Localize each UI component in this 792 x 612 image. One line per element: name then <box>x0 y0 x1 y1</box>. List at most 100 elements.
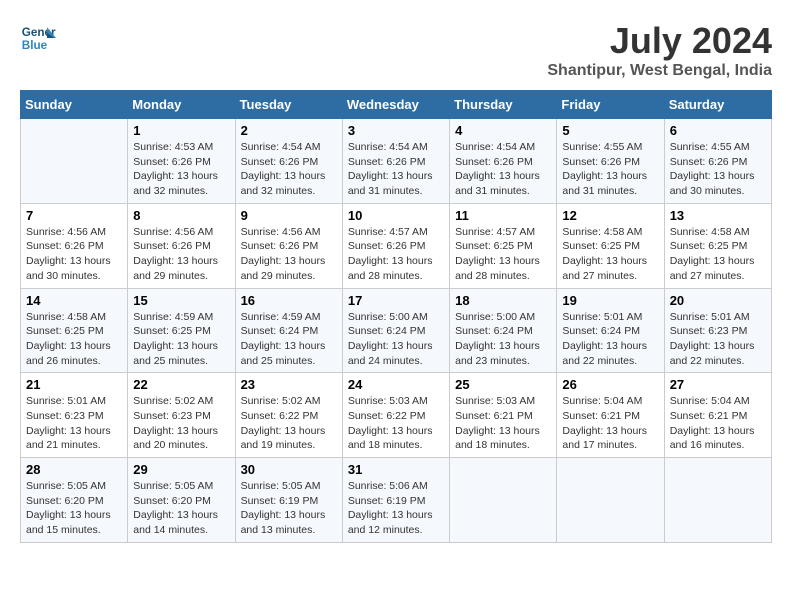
day-number: 8 <box>133 208 229 223</box>
day-info: Sunrise: 4:56 AMSunset: 6:26 PMDaylight:… <box>133 225 229 284</box>
calendar-cell: 14 Sunrise: 4:58 AMSunset: 6:25 PMDayligh… <box>21 288 128 373</box>
day-number: 3 <box>348 123 444 138</box>
day-number: 26 <box>562 377 658 392</box>
day-number: 21 <box>26 377 122 392</box>
location-subtitle: Shantipur, West Bengal, India <box>547 62 772 80</box>
day-info: Sunrise: 4:58 AMSunset: 6:25 PMDaylight:… <box>670 225 766 284</box>
day-number: 4 <box>455 123 551 138</box>
day-number: 17 <box>348 293 444 308</box>
day-info: Sunrise: 4:53 AMSunset: 6:26 PMDaylight:… <box>133 140 229 199</box>
day-number: 13 <box>670 208 766 223</box>
day-number: 19 <box>562 293 658 308</box>
day-info: Sunrise: 4:58 AMSunset: 6:25 PMDaylight:… <box>562 225 658 284</box>
day-info: Sunrise: 5:03 AMSunset: 6:21 PMDaylight:… <box>455 394 551 453</box>
calendar-cell: 20Sunrise: 5:01 AMSunset: 6:23 PMDayligh… <box>664 288 771 373</box>
calendar-cell: 16 Sunrise: 4:59 AMSunset: 6:24 PMDayligh… <box>235 288 342 373</box>
day-info: Sunrise: 5:05 AMSunset: 6:20 PMDaylight:… <box>133 479 229 538</box>
header-thursday: Thursday <box>450 91 557 119</box>
calendar-cell: 5 Sunrise: 4:55 AMSunset: 6:26 PMDaylight… <box>557 119 664 204</box>
day-info: Sunrise: 5:00 AMSunset: 6:24 PMDaylight:… <box>348 310 444 369</box>
day-number: 30 <box>241 462 337 477</box>
day-info: Sunrise: 5:01 AMSunset: 6:24 PMDaylight:… <box>562 310 658 369</box>
calendar-cell: 6 Sunrise: 4:55 AMSunset: 6:26 PMDaylight… <box>664 119 771 204</box>
day-number: 25 <box>455 377 551 392</box>
day-number: 20 <box>670 293 766 308</box>
calendar-cell: 4 Sunrise: 4:54 AMSunset: 6:26 PMDaylight… <box>450 119 557 204</box>
day-number: 5 <box>562 123 658 138</box>
calendar-cell: 24Sunrise: 5:03 AMSunset: 6:22 PMDayligh… <box>342 373 449 458</box>
calendar-cell: 19 Sunrise: 5:01 AMSunset: 6:24 PMDayligh… <box>557 288 664 373</box>
calendar-cell: 26 Sunrise: 5:04 AMSunset: 6:21 PMDayligh… <box>557 373 664 458</box>
calendar-cell <box>450 458 557 543</box>
day-number: 12 <box>562 208 658 223</box>
calendar-cell: 1 Sunrise: 4:53 AMSunset: 6:26 PMDaylight… <box>128 119 235 204</box>
day-info: Sunrise: 5:04 AMSunset: 6:21 PMDaylight:… <box>670 394 766 453</box>
day-info: Sunrise: 5:03 AMSunset: 6:22 PMDaylight:… <box>348 394 444 453</box>
day-number: 27 <box>670 377 766 392</box>
calendar-cell: 7 Sunrise: 4:56 AMSunset: 6:26 PMDaylight… <box>21 203 128 288</box>
month-year-title: July 2024 <box>547 20 772 62</box>
calendar-cell: 17 Sunrise: 5:00 AMSunset: 6:24 PMDayligh… <box>342 288 449 373</box>
week-row-3: 14 Sunrise: 4:58 AMSunset: 6:25 PMDayligh… <box>21 288 772 373</box>
day-info: Sunrise: 4:54 AMSunset: 6:26 PMDaylight:… <box>348 140 444 199</box>
day-info: Sunrise: 4:56 AMSunset: 6:26 PMDaylight:… <box>26 225 122 284</box>
header-wednesday: Wednesday <box>342 91 449 119</box>
day-info: Sunrise: 4:54 AMSunset: 6:26 PMDaylight:… <box>455 140 551 199</box>
calendar-cell: 30 Sunrise: 5:05 AMSunset: 6:19 PMDayligh… <box>235 458 342 543</box>
calendar-cell: 10Sunrise: 4:57 AMSunset: 6:26 PMDayligh… <box>342 203 449 288</box>
calendar-header-row: SundayMondayTuesdayWednesdayThursdayFrid… <box>21 91 772 119</box>
day-number: 31 <box>348 462 444 477</box>
week-row-1: 1 Sunrise: 4:53 AMSunset: 6:26 PMDaylight… <box>21 119 772 204</box>
calendar-cell <box>21 119 128 204</box>
day-info: Sunrise: 5:02 AMSunset: 6:22 PMDaylight:… <box>241 394 337 453</box>
day-number: 7 <box>26 208 122 223</box>
logo: General Blue <box>20 20 56 56</box>
day-number: 28 <box>26 462 122 477</box>
calendar-cell: 18Sunrise: 5:00 AMSunset: 6:24 PMDayligh… <box>450 288 557 373</box>
calendar-cell: 23Sunrise: 5:02 AMSunset: 6:22 PMDayligh… <box>235 373 342 458</box>
day-info: Sunrise: 5:04 AMSunset: 6:21 PMDaylight:… <box>562 394 658 453</box>
day-number: 1 <box>133 123 229 138</box>
calendar-table: SundayMondayTuesdayWednesdayThursdayFrid… <box>20 90 772 543</box>
day-number: 6 <box>670 123 766 138</box>
day-number: 16 <box>241 293 337 308</box>
day-info: Sunrise: 5:05 AMSunset: 6:19 PMDaylight:… <box>241 479 337 538</box>
day-info: Sunrise: 4:55 AMSunset: 6:26 PMDaylight:… <box>670 140 766 199</box>
day-info: Sunrise: 4:59 AMSunset: 6:25 PMDaylight:… <box>133 310 229 369</box>
day-number: 15 <box>133 293 229 308</box>
calendar-cell: 27 Sunrise: 5:04 AMSunset: 6:21 PMDayligh… <box>664 373 771 458</box>
calendar-cell: 21 Sunrise: 5:01 AMSunset: 6:23 PMDayligh… <box>21 373 128 458</box>
week-row-2: 7 Sunrise: 4:56 AMSunset: 6:26 PMDaylight… <box>21 203 772 288</box>
calendar-body: 1 Sunrise: 4:53 AMSunset: 6:26 PMDaylight… <box>21 119 772 543</box>
day-info: Sunrise: 4:58 AMSunset: 6:25 PMDaylight:… <box>26 310 122 369</box>
calendar-cell <box>557 458 664 543</box>
header-monday: Monday <box>128 91 235 119</box>
day-info: Sunrise: 4:55 AMSunset: 6:26 PMDaylight:… <box>562 140 658 199</box>
calendar-cell: 28 Sunrise: 5:05 AMSunset: 6:20 PMDayligh… <box>21 458 128 543</box>
day-number: 22 <box>133 377 229 392</box>
day-info: Sunrise: 5:02 AMSunset: 6:23 PMDaylight:… <box>133 394 229 453</box>
calendar-cell: 25 Sunrise: 5:03 AMSunset: 6:21 PMDayligh… <box>450 373 557 458</box>
calendar-cell: 9 Sunrise: 4:56 AMSunset: 6:26 PMDaylight… <box>235 203 342 288</box>
svg-text:Blue: Blue <box>22 39 48 52</box>
day-info: Sunrise: 4:56 AMSunset: 6:26 PMDaylight:… <box>241 225 337 284</box>
day-info: Sunrise: 5:05 AMSunset: 6:20 PMDaylight:… <box>26 479 122 538</box>
day-number: 29 <box>133 462 229 477</box>
calendar-cell: 8 Sunrise: 4:56 AMSunset: 6:26 PMDaylight… <box>128 203 235 288</box>
day-number: 9 <box>241 208 337 223</box>
day-info: Sunrise: 4:54 AMSunset: 6:26 PMDaylight:… <box>241 140 337 199</box>
day-info: Sunrise: 4:59 AMSunset: 6:24 PMDaylight:… <box>241 310 337 369</box>
title-section: July 2024 Shantipur, West Bengal, India <box>547 20 772 80</box>
calendar-cell: 31Sunrise: 5:06 AMSunset: 6:19 PMDayligh… <box>342 458 449 543</box>
day-info: Sunrise: 5:01 AMSunset: 6:23 PMDaylight:… <box>26 394 122 453</box>
calendar-cell: 22 Sunrise: 5:02 AMSunset: 6:23 PMDayligh… <box>128 373 235 458</box>
day-number: 14 <box>26 293 122 308</box>
calendar-cell: 3 Sunrise: 4:54 AMSunset: 6:26 PMDaylight… <box>342 119 449 204</box>
day-number: 11 <box>455 208 551 223</box>
day-info: Sunrise: 5:00 AMSunset: 6:24 PMDaylight:… <box>455 310 551 369</box>
calendar-cell: 15 Sunrise: 4:59 AMSunset: 6:25 PMDayligh… <box>128 288 235 373</box>
calendar-cell: 12 Sunrise: 4:58 AMSunset: 6:25 PMDayligh… <box>557 203 664 288</box>
header-sunday: Sunday <box>21 91 128 119</box>
day-number: 2 <box>241 123 337 138</box>
calendar-cell: 29 Sunrise: 5:05 AMSunset: 6:20 PMDayligh… <box>128 458 235 543</box>
